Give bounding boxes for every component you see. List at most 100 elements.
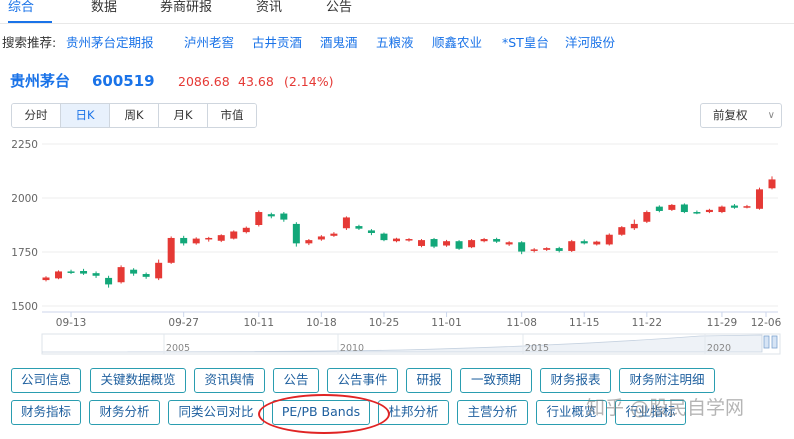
search-link-5[interactable]: 五粮液 — [376, 32, 414, 54]
period-intraday[interactable]: 分时 — [12, 104, 61, 127]
stock-change: 43.68 — [238, 74, 274, 89]
candle[interactable] — [80, 268, 88, 275]
financial-notes-button[interactable]: 财务附注明细 — [619, 368, 715, 393]
research-report-button[interactable]: 研报 — [406, 368, 452, 393]
candle[interactable] — [155, 259, 163, 281]
candle[interactable] — [468, 239, 476, 249]
candle[interactable] — [593, 240, 601, 246]
price-adjust-select[interactable]: 前复权 ∨ — [700, 103, 782, 128]
candle[interactable] — [167, 236, 175, 264]
candle[interactable] — [655, 205, 663, 213]
candle[interactable] — [443, 239, 451, 247]
candle[interactable] — [693, 210, 701, 215]
candle[interactable] — [618, 226, 626, 236]
navigator-handle-right[interactable] — [771, 335, 778, 349]
candle-body — [317, 236, 325, 240]
search-link-1[interactable]: 贵州茅台定期报 — [66, 32, 154, 54]
key-data-overview-button[interactable]: 关键数据概览 — [90, 368, 186, 393]
tab-announcements[interactable]: 公告 — [326, 0, 352, 24]
candle[interactable] — [130, 268, 138, 276]
financial-statements-button[interactable]: 财务报表 — [540, 368, 611, 393]
candle[interactable] — [142, 272, 150, 279]
candle[interactable] — [430, 237, 438, 249]
candle[interactable] — [543, 247, 551, 251]
candle[interactable] — [67, 269, 75, 275]
search-link-4[interactable]: 酒鬼酒 — [320, 32, 358, 54]
pe-pb-bands-button[interactable]: PE/PB Bands — [272, 400, 370, 425]
candle[interactable] — [418, 239, 426, 248]
tab-news[interactable]: 资讯 — [256, 0, 282, 24]
candle[interactable] — [493, 237, 501, 243]
candle[interactable] — [630, 219, 638, 230]
period-market-cap[interactable]: 市值 — [208, 104, 256, 127]
announcement-events-button[interactable]: 公告事件 — [327, 368, 398, 393]
candle[interactable] — [205, 236, 213, 242]
candle[interactable] — [580, 239, 588, 245]
dupont-analysis-button[interactable]: 杜邦分析 — [378, 400, 449, 425]
candle[interactable] — [117, 265, 125, 284]
chevron-down-icon: ∨ — [767, 110, 775, 121]
search-link-2[interactable]: 泸州老窖 — [184, 32, 234, 54]
candle[interactable] — [405, 238, 413, 242]
candle[interactable] — [317, 235, 325, 241]
candle[interactable] — [255, 210, 263, 227]
candlestick-chart[interactable]: 1500 1750 2000 2250 09-13 09-27 10-11 10-18 10-… — [0, 136, 794, 358]
candle[interactable] — [605, 233, 613, 246]
candle-body — [468, 240, 476, 248]
period-daily-k[interactable]: 日K — [61, 104, 110, 127]
candle[interactable] — [180, 235, 188, 246]
period-monthly-k[interactable]: 月K — [159, 104, 208, 127]
search-link-6[interactable]: 顺鑫农业 — [432, 32, 482, 54]
financial-indicators-button[interactable]: 财务指标 — [11, 400, 81, 425]
search-link-7[interactable]: *ST皇台 — [502, 32, 549, 54]
candle[interactable] — [92, 271, 100, 278]
candle[interactable] — [380, 232, 388, 242]
candle[interactable] — [217, 234, 225, 243]
main-business-button[interactable]: 主营分析 — [457, 400, 528, 425]
candle[interactable] — [480, 237, 488, 243]
candle[interactable] — [568, 239, 576, 252]
candle[interactable] — [455, 240, 463, 250]
candle[interactable] — [680, 203, 688, 214]
financial-analysis-button[interactable]: 财务分析 — [89, 400, 160, 425]
candle[interactable] — [305, 239, 313, 246]
consensus-forecast-button[interactable]: 一致预期 — [460, 368, 532, 393]
candle[interactable] — [280, 212, 288, 222]
candle[interactable] — [105, 275, 113, 288]
company-info-button[interactable]: 公司信息 — [11, 368, 81, 393]
candle[interactable] — [342, 216, 350, 230]
candle[interactable] — [668, 204, 676, 211]
stock-code: 600519 — [92, 72, 155, 90]
news-sentiment-button[interactable]: 资讯舆情 — [194, 368, 265, 393]
candle[interactable] — [730, 204, 738, 209]
candle[interactable] — [42, 276, 50, 282]
candle[interactable] — [230, 230, 238, 240]
candle[interactable] — [705, 208, 713, 214]
x-tick-label: 11-29 — [707, 317, 738, 329]
navigator-handle-left[interactable] — [763, 335, 770, 349]
candle[interactable] — [743, 204, 751, 209]
candle[interactable] — [242, 226, 250, 234]
announcement-button[interactable]: 公告 — [273, 368, 319, 393]
candle[interactable] — [392, 237, 400, 243]
candle[interactable] — [330, 232, 338, 237]
candle[interactable] — [267, 212, 275, 219]
stock-name[interactable]: 贵州茅台 — [10, 70, 70, 92]
candle[interactable] — [55, 270, 63, 280]
tab-broker-research[interactable]: 券商研报 — [160, 0, 212, 24]
search-link-3[interactable]: 古井贡酒 — [252, 32, 302, 54]
candle[interactable] — [355, 224, 363, 230]
candle[interactable] — [643, 210, 651, 224]
candle[interactable] — [768, 176, 776, 190]
candle[interactable] — [505, 241, 513, 246]
candle[interactable] — [292, 222, 300, 247]
candle[interactable] — [192, 237, 200, 245]
candle[interactable] — [755, 187, 763, 210]
peer-comparison-button[interactable]: 同类公司对比 — [168, 400, 264, 425]
search-link-8[interactable]: 洋河股份 — [565, 32, 615, 54]
candle[interactable] — [718, 205, 726, 214]
period-weekly-k[interactable]: 周K — [110, 104, 159, 127]
tab-data[interactable]: 数据 — [91, 0, 117, 24]
y-tick-label: 2000 — [11, 193, 38, 205]
candle[interactable] — [367, 229, 375, 236]
